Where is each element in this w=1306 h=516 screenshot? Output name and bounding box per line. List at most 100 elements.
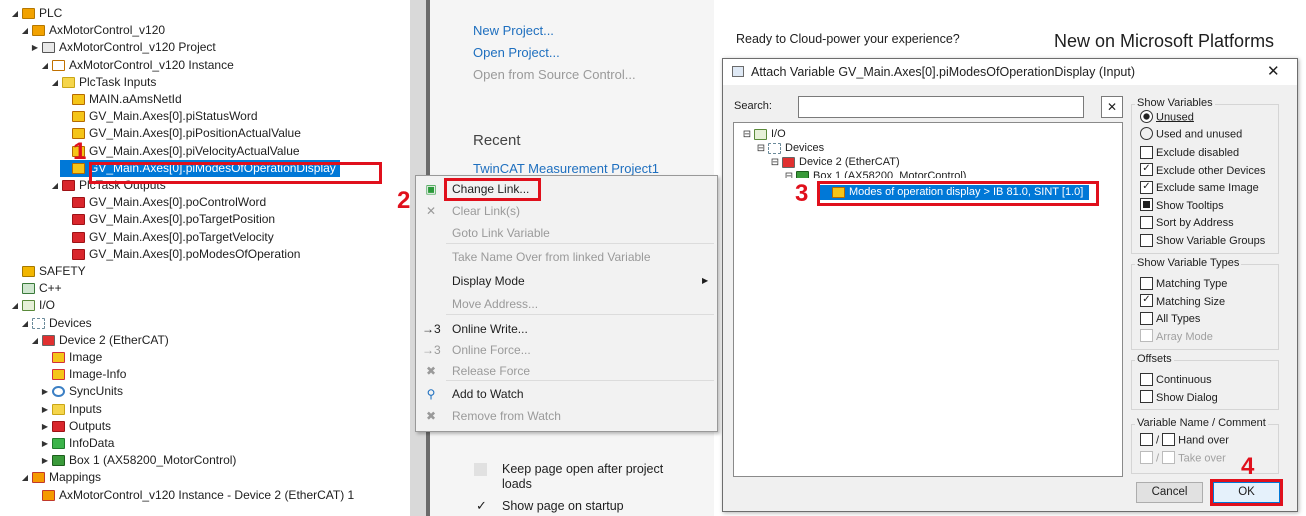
variable-tree-node[interactable]: ⊟ Device 2 (EtherCAT) [770,155,900,170]
option-row[interactable]: Continuous [1140,372,1212,389]
option-checkbox[interactable] [1140,372,1153,386]
keep-page-open-checkbox[interactable] [474,463,487,476]
tree-node[interactable]: ▶ Inputs [40,401,102,418]
option-row[interactable]: ✓ Matching Size [1140,294,1225,311]
option-checkbox[interactable] [1140,198,1153,212]
variable-tree-node[interactable]: ⊟ I/O [742,127,786,142]
radio-used-and-unused[interactable]: Used and unused [1140,127,1242,141]
menu-item[interactable]: Display Mode ▶ [416,270,717,292]
tree-node[interactable]: GV_Main.Axes[0].poTargetVelocity [60,229,274,246]
expand-arrow-icon[interactable]: ▶ [40,383,50,400]
open-project-link[interactable]: Open Project... [473,45,560,60]
collapse-box-icon[interactable]: ⊟ [756,141,766,156]
expand-arrow-icon[interactable]: ▶ [40,435,50,452]
tree-node[interactable]: GV_Main.Axes[0].piVelocityActualValue [60,143,300,160]
option-row[interactable]: Show Variable Groups [1140,233,1265,250]
take-over-name-checkbox [1140,451,1153,464]
tree-node[interactable]: GV_Main.Axes[0].poModesOfOperation [60,246,300,263]
collapse-arrow-icon[interactable]: ◢ [50,177,60,194]
collapse-box-icon[interactable]: ⊟ [742,127,752,142]
tree-node[interactable]: Image [40,349,102,366]
hand-over-option[interactable]: / Hand over [1140,433,1229,447]
option-row[interactable]: Show Tooltips [1140,198,1224,215]
expand-arrow-icon[interactable]: ▶ [30,39,40,56]
menu-item[interactable]: →3 Online Write... [416,318,717,340]
hand-over-comment-checkbox[interactable] [1162,433,1176,446]
tree-node-label: GV_Main.Axes[0].piVelocityActualValue [89,143,300,158]
tree-node[interactable]: Image-Info [40,366,126,383]
step-1-label: 1 [73,138,87,165]
collapse-arrow-icon[interactable]: ◢ [10,297,20,314]
option-checkbox[interactable] [1140,215,1153,229]
devices-icon [768,143,781,154]
search-clear-button[interactable]: ✕ [1101,96,1123,118]
collapse-arrow-icon[interactable]: ◢ [20,22,30,39]
tree-node[interactable]: C++ [10,280,62,297]
tree-node[interactable]: ◢ PLC [10,5,62,22]
dialog-close-button[interactable]: ✕ [1267,62,1280,80]
recent-project-link[interactable]: TwinCAT Measurement Project1 [473,161,659,176]
option-checkbox[interactable]: ✓ [1140,294,1153,308]
option-checkbox[interactable] [1140,311,1153,325]
collapse-arrow-icon[interactable]: ◢ [30,332,40,349]
tree-node[interactable]: GV_Main.Axes[0].poControlWord [60,194,266,211]
tree-node[interactable]: GV_Main.Axes[0].poTargetPosition [60,211,275,228]
tree-node[interactable]: ◢ I/O [10,297,55,314]
radio-unused[interactable]: Unused [1140,110,1194,124]
option-row[interactable]: Matching Type [1140,276,1227,293]
menu-item[interactable]: ⚲ Add to Watch [416,383,717,405]
show-on-startup-check-icon[interactable]: ✓ [476,498,487,514]
option-checkbox[interactable] [1140,233,1153,247]
option-label: Matching Size [1156,295,1226,308]
tree-node[interactable]: GV_Main.Axes[0].piStatusWord [60,108,258,125]
variable-tree-label: Box 1 (AX58200_MotorControl) [813,170,967,178]
collapse-box-icon[interactable]: ⊟ [784,169,794,178]
variable-tree-node[interactable]: ⊟ Devices [756,141,824,156]
search-input[interactable] [798,96,1084,118]
mappings-icon [32,472,45,484]
tree-node[interactable]: AxMotorControl_v120 Instance - Device 2 … [30,487,354,504]
collapse-arrow-icon[interactable]: ◢ [20,315,30,332]
option-checkbox[interactable] [1140,276,1153,290]
tree-node[interactable]: MAIN.aAmsNetId [60,91,182,108]
option-row[interactable]: Show Dialog [1140,390,1218,407]
devices-icon [32,317,45,329]
tree-node[interactable]: ◢ Mappings [20,469,101,486]
collapse-arrow-icon[interactable]: ◢ [20,469,30,486]
new-project-link[interactable]: New Project... [473,23,554,38]
tree-node[interactable]: ▶ SyncUnits [40,383,123,400]
tree-node[interactable]: ▶ AxMotorControl_v120 Project [30,39,216,56]
cancel-button[interactable]: Cancel [1136,482,1203,503]
expand-arrow-icon[interactable]: ▶ [40,418,50,435]
tree-node[interactable]: GV_Main.Axes[0].piPositionActualValue [60,125,301,142]
option-checkbox[interactable]: ✓ [1140,163,1153,177]
option-checkbox[interactable] [1140,390,1153,404]
variable-tree-node[interactable]: ⊟ Box 1 (AX58200_MotorControl) [784,169,966,178]
tree-node[interactable]: ▶ Box 1 (AX58200_MotorControl) [40,452,237,469]
tree-node[interactable]: ▶ InfoData [40,435,114,452]
tree-node[interactable]: ◢ PlcTask Inputs [50,74,156,91]
option-row[interactable]: All Types [1140,311,1200,328]
tree-node[interactable]: ◢ AxMotorControl_v120 Instance [40,57,234,74]
expand-arrow-icon[interactable]: ▶ [40,452,50,469]
option-checkbox[interactable] [1140,145,1153,159]
tree-node[interactable]: ◢ Devices [20,315,92,332]
tree-node[interactable]: ◢ AxMotorControl_v120 [20,22,165,39]
tree-node[interactable]: ◢ Device 2 (EtherCAT) [30,332,169,349]
collapse-arrow-icon[interactable]: ◢ [40,57,50,74]
option-row[interactable]: ✓ Exclude same Image [1140,180,1259,197]
option-row[interactable]: ✓ Exclude other Devices [1140,163,1265,180]
option-row[interactable]: Sort by Address [1140,215,1234,232]
tree-node[interactable]: ▶ Outputs [40,418,111,435]
instance-icon [52,59,65,71]
hand-over-name-checkbox[interactable] [1140,433,1153,446]
collapse-arrow-icon[interactable]: ◢ [10,5,20,22]
option-checkbox[interactable]: ✓ [1140,180,1153,194]
option-label: Matching Type [1156,278,1228,290]
tree-node[interactable]: SAFETY [10,263,86,280]
collapse-box-icon[interactable]: ⊟ [770,155,780,170]
option-row[interactable]: Exclude disabled [1140,145,1239,162]
tree-node-label: PLC [39,6,63,20]
expand-arrow-icon[interactable]: ▶ [40,401,50,418]
collapse-arrow-icon[interactable]: ◢ [50,74,60,91]
